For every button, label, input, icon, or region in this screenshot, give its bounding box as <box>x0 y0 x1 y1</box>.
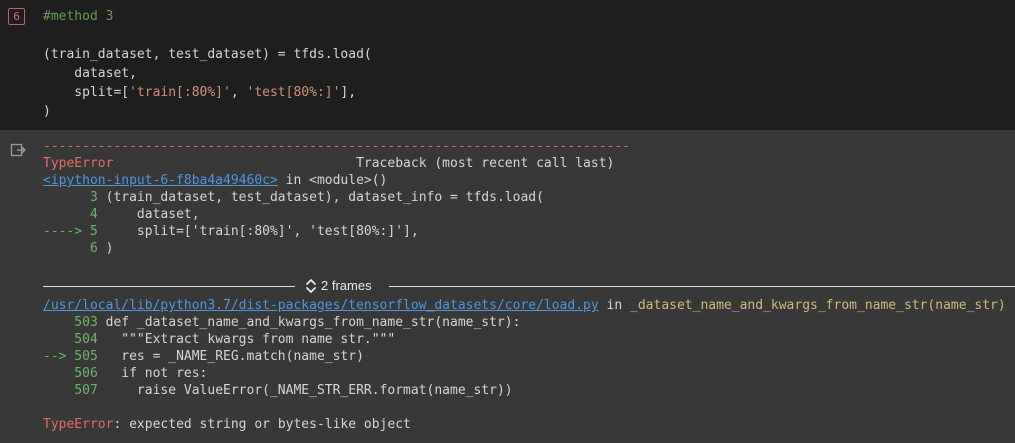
code-editor[interactable]: #method 3 (train_dataset, test_dataset) … <box>43 7 372 121</box>
frame1-code-current: split=['train[:80%]', 'test[80%:]'], <box>105 224 419 239</box>
frames-toggle-label: 2 frames <box>321 278 372 293</box>
frame1-lineno: 6 <box>43 241 106 256</box>
final-error-message: : expected string or bytes-like object <box>113 417 411 432</box>
final-error-type: TypeError <box>43 417 114 432</box>
frame1-location: in <module>() <box>277 173 388 188</box>
collapsed-frames: 2 frames <box>43 277 1015 295</box>
code-line-5-end: ], <box>340 85 357 100</box>
frame2-lineno-current: --> 505 <box>43 349 106 364</box>
frame2-lineno: 504 <box>43 332 106 347</box>
error-type: TypeError <box>43 156 114 171</box>
output-redirect-icon[interactable] <box>10 142 26 158</box>
code-string-train: 'train[:80%]' <box>129 85 231 100</box>
code-line-4: dataset, <box>43 66 137 81</box>
frame1-code: dataset, <box>105 207 200 222</box>
traceback-header: Traceback (most recent call last) <box>113 156 615 171</box>
code-line-5-start: split=[ <box>43 85 130 100</box>
traceback-frame2: /usr/local/lib/python3.7/dist-packages/t… <box>43 297 1006 399</box>
frames-divider-right <box>389 286 1015 287</box>
frame2-lineno: 506 <box>43 366 106 381</box>
frame2-func: _dataset_name_and_kwargs_from_name_str(n… <box>630 298 1006 313</box>
frame1-lineno: 4 <box>43 207 106 222</box>
frame2-code: if not res: <box>105 366 208 381</box>
traceback-top: ----------------------------------------… <box>43 138 630 257</box>
frame2-code: raise ValueError(_NAME_STR_ERR.format(na… <box>105 383 513 398</box>
unfold-chevrons-icon <box>306 279 316 293</box>
frame2-code: def _dataset_name_and_kwargs_from_name_s… <box>105 315 521 330</box>
cell-output: ----------------------------------------… <box>0 130 1015 443</box>
final-error: TypeError: expected string or bytes-like… <box>43 416 411 433</box>
frame1-lineno: 3 <box>43 190 106 205</box>
frame1-link[interactable]: <ipython-input-6-f8ba4a49460c> <box>43 173 278 188</box>
frames-toggle-button[interactable]: 2 frames <box>305 277 372 295</box>
frame2-code-current: res = _NAME_REG.match(name_str) <box>105 349 364 364</box>
frame2-code: """Extract kwargs from name str.""" <box>105 332 396 347</box>
code-line-6: ) <box>43 104 51 119</box>
code-comment: #method 3 <box>43 9 114 24</box>
frame2-link[interactable]: /usr/local/lib/python3.7/dist-packages/t… <box>43 298 599 313</box>
traceback-separator: ----------------------------------------… <box>43 139 630 154</box>
code-string-test: 'test[80%:]' <box>246 85 341 100</box>
code-line-3: (train_dataset, test_dataset) = tfds.loa… <box>43 47 372 62</box>
code-line-5-sep: , <box>230 85 247 100</box>
execution-count[interactable]: 6 <box>8 8 25 25</box>
frame1-lineno-current: ----> 5 <box>43 224 106 239</box>
frame1-code: (train_dataset, test_dataset), dataset_i… <box>105 190 544 205</box>
frame2-lineno: 507 <box>43 383 106 398</box>
frame2-lineno: 503 <box>43 315 106 330</box>
frame1-code: ) <box>105 241 114 256</box>
code-cell[interactable]: 6 #method 3 (train_dataset, test_dataset… <box>0 0 1015 130</box>
frame2-in: in <box>598 298 631 313</box>
frames-divider-left <box>43 286 295 287</box>
